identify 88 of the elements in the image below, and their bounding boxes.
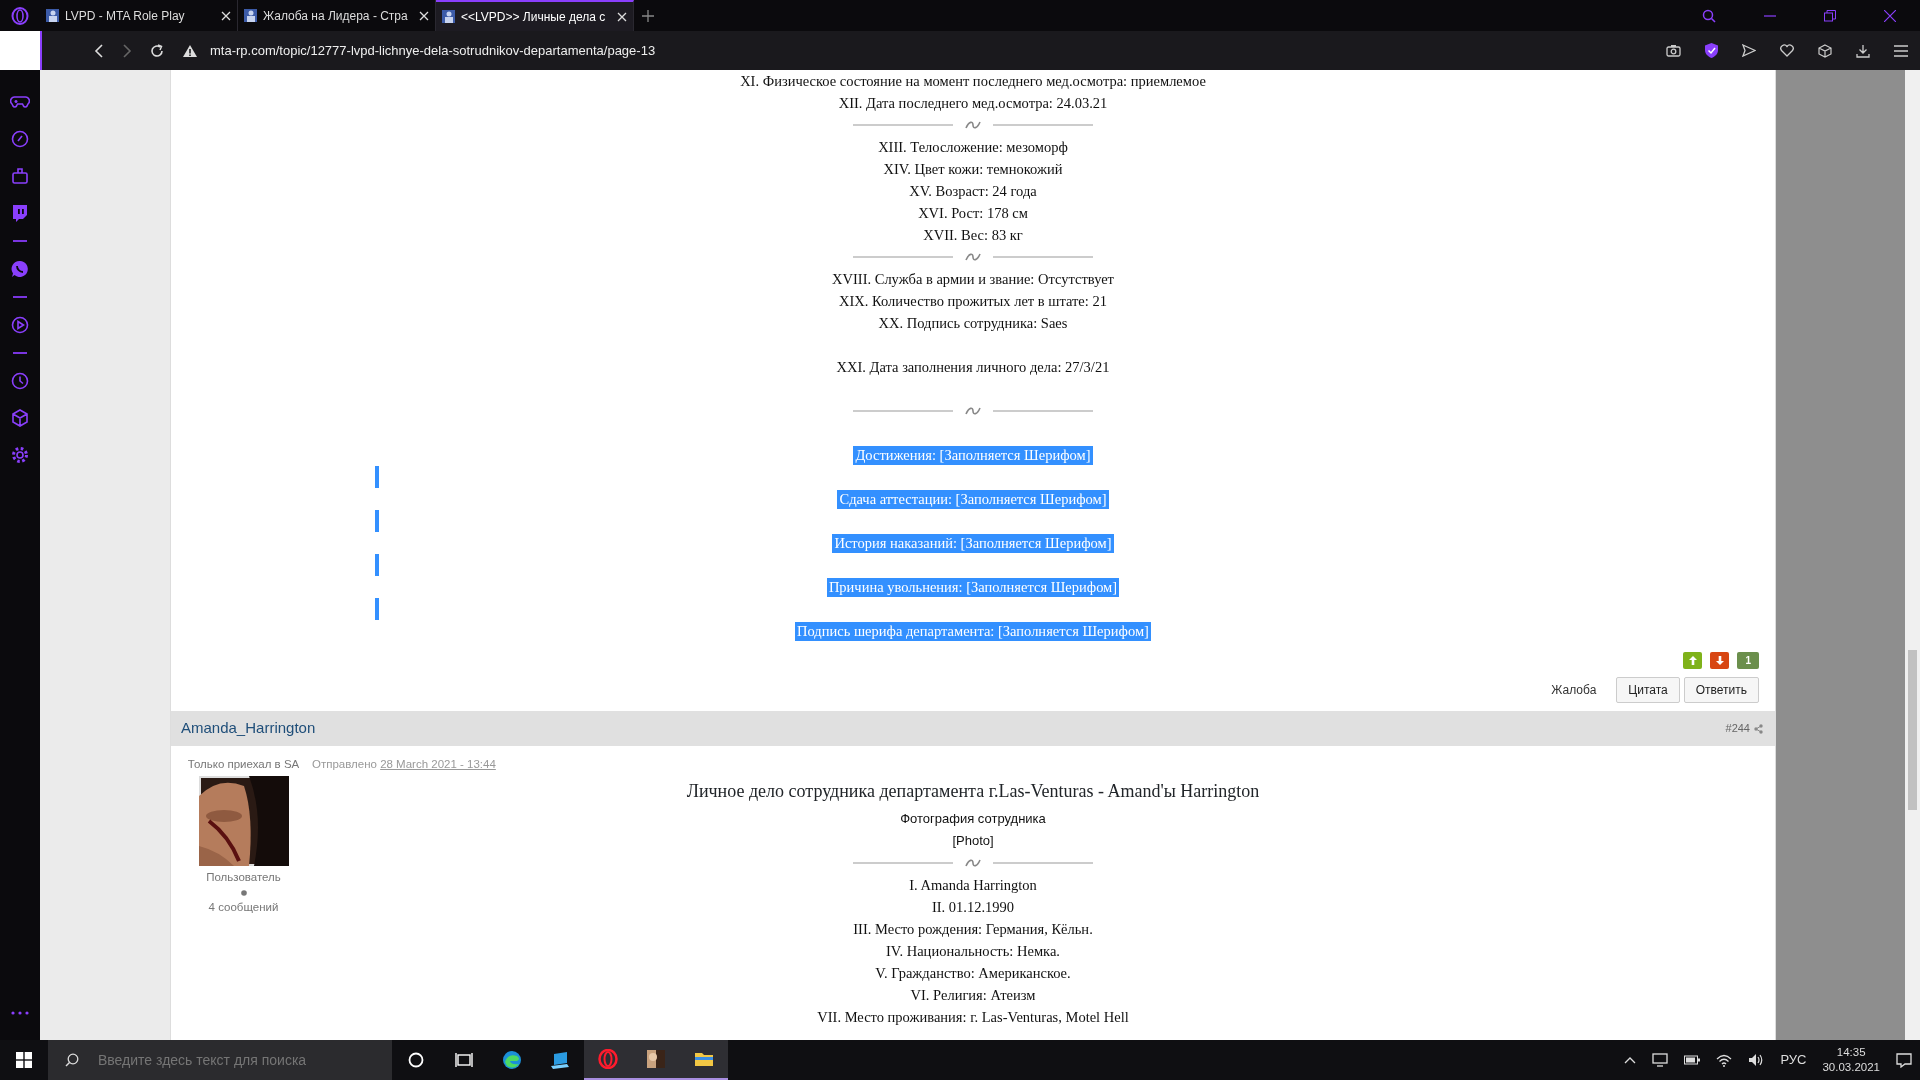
reply-button[interactable]: Ответить bbox=[1683, 677, 1759, 703]
cube-icon[interactable] bbox=[1818, 43, 1832, 58]
text-line: XVII. Вес: 83 кг bbox=[923, 226, 1023, 245]
plus-icon[interactable] bbox=[642, 9, 654, 22]
rating-count: 1 bbox=[1737, 652, 1759, 669]
user-group: Пользователь bbox=[206, 869, 281, 887]
text-line: V. Гражданство: Американское. bbox=[875, 964, 1071, 984]
text-line: I. Amanda Harrington bbox=[909, 876, 1037, 896]
text-line: [Photo] bbox=[952, 832, 994, 851]
twitch-icon[interactable] bbox=[10, 203, 30, 223]
text-line: XV. Возраст: 24 года bbox=[909, 182, 1037, 201]
clock-icon[interactable] bbox=[10, 371, 30, 391]
reload-icon[interactable] bbox=[150, 43, 164, 58]
text-line: III. Место рождения: Германия, Кёльн. bbox=[853, 920, 1093, 940]
selected-text: История наказаний: [Заполняется Шерифом] bbox=[832, 533, 1114, 553]
scroll-thumb[interactable] bbox=[1908, 650, 1917, 810]
text-line: XXI. Дата заполнения личного дела: 27/3/21 bbox=[836, 358, 1110, 377]
author-name[interactable]: Amanda_Harrington bbox=[181, 717, 316, 740]
forward-icon[interactable] bbox=[122, 43, 132, 58]
back-icon[interactable] bbox=[94, 43, 104, 58]
edge-icon[interactable] bbox=[502, 1050, 522, 1070]
downvote-button[interactable] bbox=[1710, 652, 1730, 669]
taskbar-clock[interactable]: 14:35 30.03.2021 bbox=[1822, 1045, 1880, 1075]
taskbar-search-field[interactable]: Введите здесь текст для поиска bbox=[96, 1040, 392, 1080]
text-line: Фотография сотрудника bbox=[900, 810, 1046, 829]
quote-button[interactable]: Цитата bbox=[1616, 677, 1680, 703]
opera-icon[interactable] bbox=[598, 1049, 618, 1069]
text-line: VI. Религия: Атеизм bbox=[910, 986, 1036, 1006]
text-line: XVI. Рост: 178 см bbox=[918, 204, 1028, 223]
shield-icon[interactable] bbox=[1705, 43, 1718, 58]
status-dot-icon bbox=[240, 889, 247, 896]
text-line: XIII. Телосложение: мезоморф bbox=[878, 138, 1068, 157]
bag-icon[interactable] bbox=[10, 166, 30, 186]
laptop-icon[interactable] bbox=[550, 1050, 570, 1070]
wifi-icon[interactable] bbox=[1716, 1053, 1733, 1067]
language-indicator[interactable]: РУС bbox=[1780, 1050, 1807, 1070]
post-count: 4 сообщений bbox=[208, 899, 279, 915]
cortana-icon[interactable] bbox=[406, 1050, 426, 1070]
selected-text: Сдача аттестации: [Заполняется Шерифом] bbox=[837, 489, 1109, 509]
text-line: IV. Национальность: Немка. bbox=[886, 942, 1060, 962]
task-view-icon[interactable] bbox=[454, 1050, 474, 1070]
speedometer-icon[interactable] bbox=[10, 129, 30, 149]
heart-icon[interactable] bbox=[1780, 44, 1794, 57]
opera-logo-icon[interactable] bbox=[11, 6, 29, 25]
selected-text: Подпись шерифа департамента: [Заполняется Шерифом] bbox=[795, 621, 1151, 641]
user-rank: Только приехал в SA bbox=[187, 757, 300, 772]
speaker-icon[interactable] bbox=[1748, 1053, 1765, 1067]
scrollbar[interactable] bbox=[1905, 70, 1920, 1040]
cube-icon[interactable] bbox=[10, 408, 30, 428]
text-line: VII. Место проживания: г. Las-Venturas, Motel Hell bbox=[817, 1008, 1129, 1028]
post-title: Личное дело сотрудника департамента г.Las-Venturas - Amand'ы Harrington bbox=[685, 780, 1261, 804]
arrow-up-icon bbox=[1688, 656, 1697, 665]
notification-icon[interactable] bbox=[1896, 1052, 1912, 1068]
windows-icon[interactable] bbox=[16, 1052, 32, 1068]
text-line: XI. Физическое состояние на момент последнего мед.осмотра: приемлемое bbox=[740, 72, 1206, 91]
text-line: XIV. Цвет кожи: темнокожий bbox=[883, 160, 1063, 179]
search-icon[interactable] bbox=[1702, 8, 1716, 23]
post-number[interactable]: #244 bbox=[1725, 720, 1750, 737]
download-icon[interactable] bbox=[1856, 43, 1870, 58]
text-line: XIX. Количество прожитых лет в штате: 21 bbox=[839, 292, 1107, 311]
arrow-down-icon bbox=[1715, 656, 1724, 665]
share-icon[interactable] bbox=[1754, 723, 1763, 734]
search-icon[interactable] bbox=[48, 1040, 96, 1080]
camera-icon[interactable] bbox=[1666, 44, 1681, 57]
report-link[interactable]: Жалоба bbox=[1551, 681, 1597, 699]
text-line: XX. Подпись сотрудника: Saes bbox=[878, 314, 1068, 333]
play-icon[interactable] bbox=[10, 315, 30, 335]
settings-icon[interactable] bbox=[10, 445, 30, 465]
more-icon[interactable] bbox=[11, 1010, 29, 1015]
favicon-icon bbox=[46, 9, 59, 22]
battery-icon[interactable] bbox=[1684, 1055, 1701, 1065]
chevron-up-icon[interactable] bbox=[1624, 1056, 1637, 1064]
menu-icon[interactable] bbox=[1894, 44, 1908, 57]
text-line: XII. Дата последнего мед.осмотра: 24.03.21 bbox=[838, 94, 1108, 113]
text-line: II. 01.12.1990 bbox=[931, 898, 1015, 918]
app-thumbnail-icon[interactable] bbox=[646, 1049, 666, 1069]
text-line: XVIII. Служба в армии и звание: Отсутствует bbox=[832, 270, 1114, 289]
favicon-icon bbox=[442, 10, 455, 23]
restore-icon[interactable] bbox=[1824, 9, 1836, 22]
send-icon[interactable] bbox=[1742, 44, 1756, 57]
selected-text: Причина увольнения: [Заполняется Шерифом] bbox=[826, 577, 1120, 597]
post-meta: Отправлено 28 March 2021 - 13:44 bbox=[312, 757, 496, 772]
whatsapp-icon[interactable] bbox=[10, 259, 30, 279]
warning-icon[interactable] bbox=[182, 43, 198, 58]
selected-text: Достижения: [Заполняется Шерифом] bbox=[853, 445, 1093, 465]
favicon-icon bbox=[244, 9, 257, 22]
browser-tab[interactable]: <<LVPD>> Личные дела с bbox=[436, 0, 634, 31]
monitor-icon[interactable] bbox=[1652, 1053, 1669, 1067]
